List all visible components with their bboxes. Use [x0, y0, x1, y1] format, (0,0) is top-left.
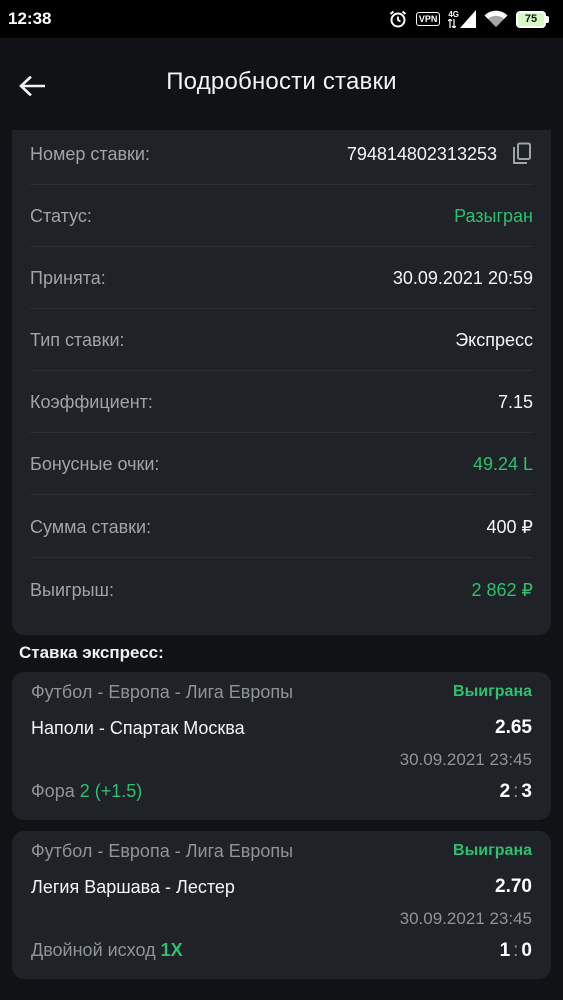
bet-number-value: 794814802313253	[346, 143, 497, 164]
event-market: Фора 2 (+1.5)	[31, 781, 142, 802]
express-event-card[interactable]: Футбол - Европа - Лига Европы Выиграна Л…	[12, 831, 551, 979]
event-datetime: 30.09.2021 23:45	[399, 750, 532, 769]
vpn-icon: VPN	[415, 12, 441, 26]
event-score: 1:0	[500, 940, 532, 962]
bonus-points-value: 49.24 L	[472, 453, 533, 474]
bet-type-label: Тип ставки:	[30, 329, 125, 350]
accepted-value: 30.09.2021 20:59	[392, 267, 533, 288]
copy-icon[interactable]	[511, 142, 533, 166]
stake-label: Сумма ставки:	[30, 516, 152, 537]
status-time: 12:38	[8, 9, 52, 28]
bet-number-label: Номер ставки:	[30, 143, 150, 164]
event-status-badge: Выиграна	[453, 683, 532, 700]
event-market: Двойной исход 1X	[31, 940, 183, 961]
status-icons: VPN 4G 75	[388, 9, 549, 29]
stake-value: 400 ₽	[486, 516, 534, 537]
event-pick: 2 (+1.5)	[79, 781, 143, 801]
alarm-icon	[388, 9, 408, 29]
bet-number-value-group: 794814802313253	[347, 142, 533, 166]
event-score-away: 3	[521, 781, 532, 802]
event-score-separator: :	[513, 781, 519, 802]
app-header: Подробности ставки	[0, 38, 563, 130]
express-section-title: Ставка экспресс:	[19, 643, 164, 662]
status-label: Статус:	[30, 205, 92, 226]
coefficient-label: Коэффициент:	[30, 391, 153, 412]
event-score-away: 0	[521, 940, 532, 961]
event-odds: 2.65	[495, 717, 532, 738]
bet-number-row: Номер ставки: 794814802313253	[30, 123, 533, 185]
coefficient-value: 7.15	[497, 391, 533, 412]
event-market-name: Двойной исход	[31, 940, 156, 960]
stake-row: Сумма ставки: 400 ₽	[30, 496, 533, 558]
event-pick: 1X	[160, 940, 183, 960]
signal-icon: 4G	[448, 10, 476, 28]
battery-icon: 75	[516, 10, 549, 28]
winnings-value: 2 862 ₽	[471, 579, 534, 600]
bonus-points-label: Бонусные очки:	[30, 453, 160, 474]
bet-details-card: Номер ставки: 794814802313253 Статус: Ра…	[12, 130, 551, 635]
event-score-separator: :	[513, 940, 519, 961]
event-score-home: 1	[499, 940, 511, 961]
event-match: Наполи - Спартак Москва	[31, 718, 245, 738]
event-score-home: 2	[499, 781, 511, 802]
event-league: Футбол - Европа - Лига Европы	[31, 841, 294, 861]
express-event-card[interactable]: Футбол - Европа - Лига Европы Выиграна Н…	[12, 672, 551, 820]
bet-type-value: Экспресс	[455, 329, 533, 350]
battery-level: 75	[516, 10, 546, 28]
network-type-label: 4G	[448, 9, 459, 19]
winnings-label: Выигрыш:	[30, 579, 114, 600]
event-league: Футбол - Европа - Лига Европы	[31, 682, 294, 702]
accepted-label: Принята:	[30, 267, 106, 288]
page-title: Подробности ставки	[166, 68, 397, 95]
bet-type-row: Тип ставки: Экспресс	[30, 309, 533, 371]
winnings-row: Выигрыш: 2 862 ₽	[30, 559, 533, 621]
status-row: Статус: Разыгран	[30, 185, 533, 247]
wifi-icon	[484, 10, 508, 28]
bonus-points-row: Бонусные очки: 49.24 L	[30, 433, 533, 495]
event-score: 2:3	[500, 781, 532, 803]
accepted-row: Принята: 30.09.2021 20:59	[30, 247, 533, 309]
status-value: Разыгран	[454, 205, 533, 226]
event-match: Легия Варшава - Лестер	[31, 877, 235, 897]
event-status-badge: Выиграна	[453, 842, 532, 859]
event-market-name: Фора	[31, 781, 75, 801]
event-odds: 2.70	[495, 876, 532, 897]
status-bar: 12:38 VPN 4G 75	[0, 0, 563, 38]
event-datetime: 30.09.2021 23:45	[399, 909, 532, 928]
coefficient-row: Коэффициент: 7.15	[30, 371, 533, 433]
